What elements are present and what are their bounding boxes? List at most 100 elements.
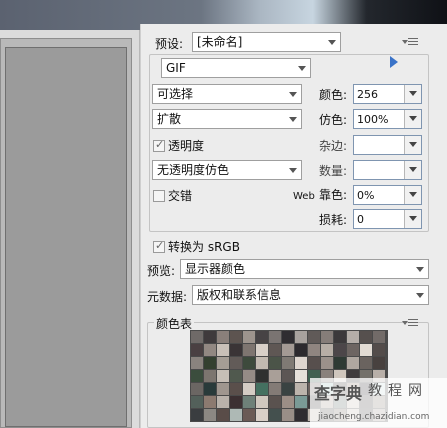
color-swatch[interactable]	[321, 357, 333, 369]
watermark-site: 教程网	[368, 383, 428, 399]
watermark-url: jiaocheng.chazidian.com	[318, 412, 430, 422]
color-swatch[interactable]	[217, 383, 229, 395]
color-swatch[interactable]	[256, 331, 268, 343]
chevron-down-icon	[328, 40, 336, 45]
color-swatch[interactable]	[373, 357, 385, 369]
color-swatch[interactable]	[204, 409, 216, 421]
color-swatch[interactable]	[230, 344, 242, 356]
color-swatch[interactable]	[230, 370, 242, 382]
color-swatch[interactable]	[360, 344, 372, 356]
color-swatch[interactable]	[243, 409, 255, 421]
color-swatch[interactable]	[204, 357, 216, 369]
dither-algorithm-select[interactable]: 扩散	[152, 109, 302, 129]
color-swatch[interactable]	[269, 357, 281, 369]
color-swatch[interactable]	[334, 331, 346, 343]
color-swatch[interactable]	[230, 396, 242, 408]
color-swatch[interactable]	[191, 370, 203, 382]
preset-label: 预设:	[155, 37, 184, 51]
color-swatch[interactable]	[295, 344, 307, 356]
color-swatch[interactable]	[191, 409, 203, 421]
color-swatch[interactable]	[217, 396, 229, 408]
color-swatch[interactable]	[360, 331, 372, 343]
metadata-select[interactable]: 版权和联系信息	[192, 285, 429, 305]
color-swatch[interactable]	[204, 370, 216, 382]
preset-select[interactable]: [未命名]	[192, 32, 341, 52]
color-swatch[interactable]	[204, 396, 216, 408]
color-swatch[interactable]	[230, 409, 242, 421]
color-swatch[interactable]	[256, 396, 268, 408]
color-swatch[interactable]	[295, 331, 307, 343]
color-swatch[interactable]	[282, 357, 294, 369]
convert-srgb-checkbox[interactable]	[153, 239, 165, 253]
color-swatch[interactable]	[321, 344, 333, 356]
format-select[interactable]: GIF	[161, 58, 311, 78]
colors-combo[interactable]: 256	[353, 84, 422, 104]
color-swatch[interactable]	[347, 357, 359, 369]
color-swatch[interactable]	[204, 383, 216, 395]
preset-menu-icon[interactable]	[402, 37, 420, 47]
color-swatch[interactable]	[321, 331, 333, 343]
image-preview-canvas[interactable]	[5, 47, 127, 427]
color-swatch[interactable]	[217, 331, 229, 343]
color-swatch[interactable]	[347, 344, 359, 356]
metadata-label: 元数据:	[147, 290, 188, 304]
chevron-down-icon	[416, 267, 424, 272]
color-swatch[interactable]	[243, 370, 255, 382]
color-swatch[interactable]	[230, 357, 242, 369]
color-swatch[interactable]	[243, 396, 255, 408]
color-swatch[interactable]	[373, 331, 385, 343]
color-reduction-select[interactable]: 可选择	[152, 84, 302, 104]
transparency-checkbox[interactable]	[153, 138, 165, 152]
color-swatch[interactable]	[282, 344, 294, 356]
amount-combo[interactable]	[353, 160, 422, 180]
color-swatch[interactable]	[308, 331, 320, 343]
color-swatch[interactable]	[217, 344, 229, 356]
color-swatch[interactable]	[191, 383, 203, 395]
color-swatch[interactable]	[191, 331, 203, 343]
color-swatch[interactable]	[191, 344, 203, 356]
color-swatch[interactable]	[269, 344, 281, 356]
color-swatch[interactable]	[269, 331, 281, 343]
color-swatch[interactable]	[360, 357, 372, 369]
color-swatch[interactable]	[256, 409, 268, 421]
color-swatch[interactable]	[256, 344, 268, 356]
color-swatch[interactable]	[217, 370, 229, 382]
color-swatch[interactable]	[334, 357, 346, 369]
preview-select[interactable]: 显示器颜色	[180, 259, 429, 279]
color-swatch[interactable]	[256, 370, 268, 382]
lossy-label: 损耗:	[319, 213, 348, 227]
color-swatch[interactable]	[217, 409, 229, 421]
web-snap-combo[interactable]: 0%	[353, 185, 422, 205]
chevron-down-icon	[289, 92, 297, 97]
color-swatch[interactable]	[347, 331, 359, 343]
color-swatch[interactable]	[217, 357, 229, 369]
color-swatch[interactable]	[282, 331, 294, 343]
color-swatch[interactable]	[243, 383, 255, 395]
color-swatch[interactable]	[230, 331, 242, 343]
color-swatch[interactable]	[256, 357, 268, 369]
color-swatch[interactable]	[334, 344, 346, 356]
interlaced-checkbox[interactable]	[153, 190, 165, 202]
lossy-combo[interactable]: 0	[353, 209, 422, 229]
matte-label: 杂边:	[319, 139, 348, 153]
color-swatch[interactable]	[243, 344, 255, 356]
matte-combo[interactable]	[353, 135, 422, 155]
color-swatch[interactable]	[308, 344, 320, 356]
color-swatch[interactable]	[204, 331, 216, 343]
color-table-menu-icon[interactable]	[402, 318, 420, 328]
color-swatch[interactable]	[373, 344, 385, 356]
color-swatch[interactable]	[295, 357, 307, 369]
color-swatch[interactable]	[230, 383, 242, 395]
color-swatch[interactable]	[191, 396, 203, 408]
color-swatch[interactable]	[191, 357, 203, 369]
dither-combo[interactable]: 100%	[353, 109, 422, 129]
dither-label: 仿色:	[319, 113, 348, 127]
color-swatch[interactable]	[308, 357, 320, 369]
color-swatch[interactable]	[204, 344, 216, 356]
color-table-label: 颜色表	[154, 316, 195, 332]
color-swatch[interactable]	[243, 331, 255, 343]
matte-dither-select[interactable]: 无透明度仿色	[152, 160, 302, 180]
color-swatch[interactable]	[243, 357, 255, 369]
color-swatch[interactable]	[256, 383, 268, 395]
transparency-label: 透明度	[168, 139, 205, 153]
